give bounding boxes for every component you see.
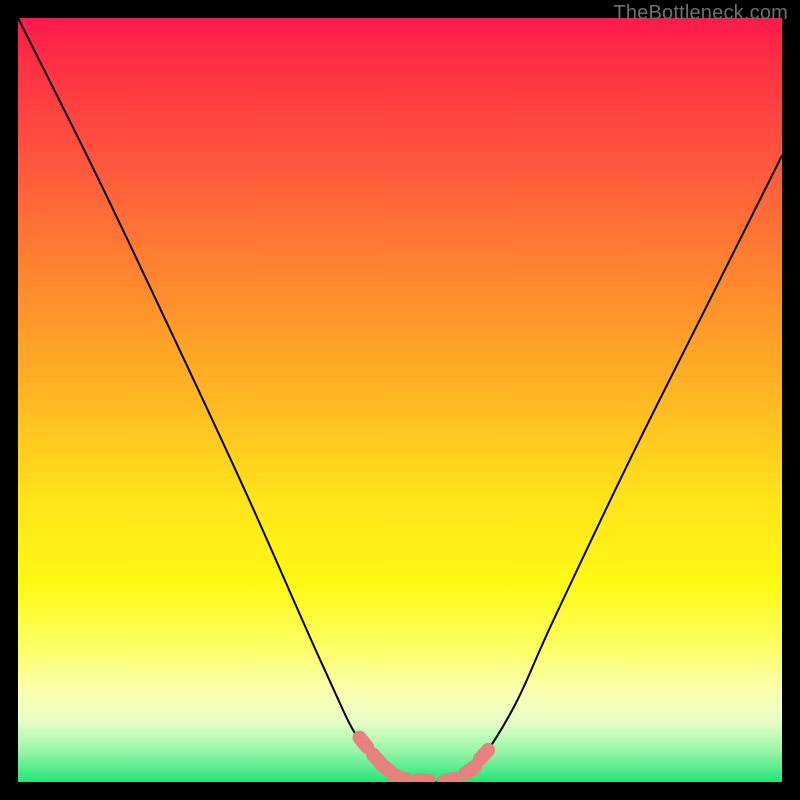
curve-layer (18, 18, 782, 782)
marker-flat-mid (410, 773, 437, 782)
bottleneck-curve-path (18, 18, 782, 782)
marker-flat-end (435, 770, 463, 782)
chart-frame: TheBottleneck.com (0, 0, 800, 800)
marker-left-cap-2 (363, 745, 391, 774)
marker-left-cap-1 (350, 728, 377, 757)
marker-left-dot (372, 755, 401, 782)
marker-group (350, 728, 498, 782)
marker-flat-start (385, 767, 414, 782)
plot-area (18, 18, 782, 782)
marker-right-cap-2 (470, 740, 498, 769)
marker-right-cap-1 (456, 756, 485, 782)
watermark-text: TheBottleneck.com (613, 2, 788, 25)
